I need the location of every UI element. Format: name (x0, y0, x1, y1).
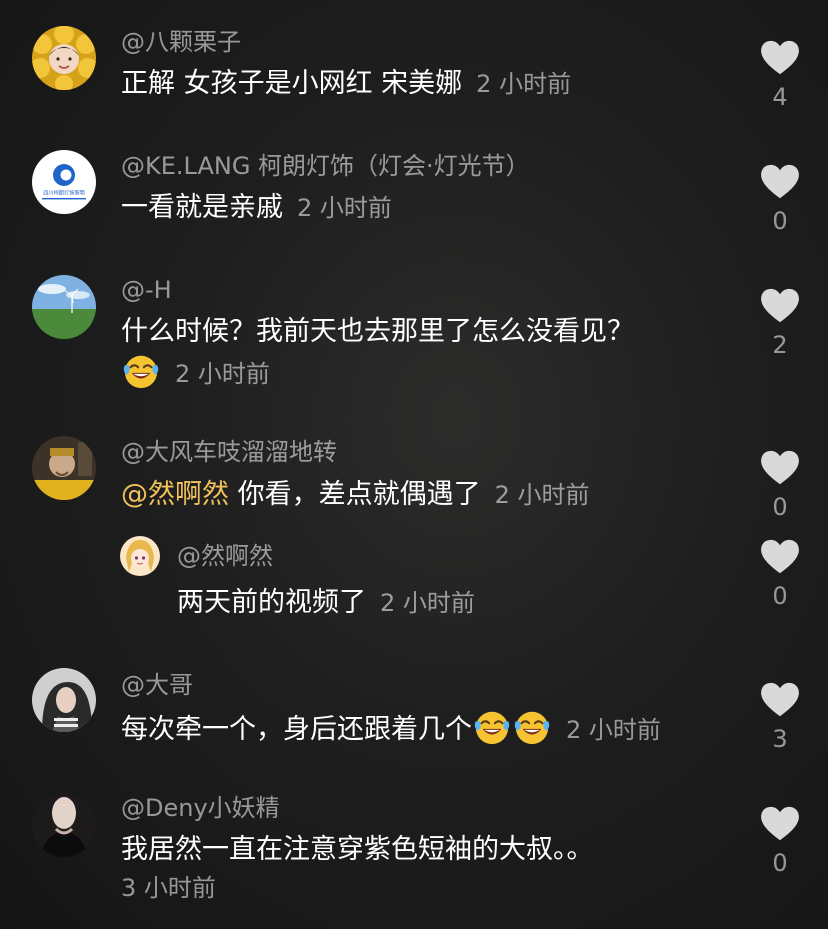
comment-meta: 2 小时前 (121, 352, 270, 392)
avatar[interactable] (32, 275, 96, 339)
tears-of-joy-emoji (473, 708, 511, 746)
avatar[interactable] (32, 668, 96, 732)
like-button[interactable]: 0 (758, 539, 802, 611)
like-count: 0 (772, 493, 788, 521)
like-count: 4 (772, 83, 788, 111)
comment-body: 什么时候？我前天也去那里了怎么没看见？ (121, 316, 634, 347)
heart-icon (760, 450, 800, 486)
avatar[interactable]: 四川柯朗灯饰照明 (32, 150, 96, 214)
heart-icon (760, 806, 800, 842)
comment-username[interactable]: @大哥 (121, 670, 193, 700)
comment-time: 3 小时前 (121, 874, 216, 902)
comment-text: @然啊然 你看，差点就偶遇了 2 小时前 (121, 477, 590, 513)
comment-body: 每次牵一个，身后还跟着几个 (121, 714, 472, 745)
avatar[interactable] (32, 26, 96, 90)
comment-body: 你看，差点就偶遇了 (237, 479, 481, 510)
avatar[interactable] (32, 436, 96, 500)
comment-text: 正解 女孩子是小网红 宋美娜 2 小时前 (121, 66, 571, 102)
like-count: 0 (772, 207, 788, 235)
heart-icon (760, 40, 800, 76)
like-button[interactable]: 0 (758, 450, 802, 522)
comment-time: 2 小时前 (476, 70, 572, 98)
avatar-logo-text: 四川柯朗灯饰照明 (43, 189, 85, 197)
comment-meta: 3 小时前 (121, 870, 216, 906)
comment-time: 2 小时前 (566, 716, 661, 744)
heart-icon (760, 682, 800, 718)
comment-body: 正解 女孩子是小网红 宋美娜 (121, 68, 463, 99)
tears-of-joy-emoji (122, 352, 160, 390)
heart-icon (760, 288, 800, 324)
avatar[interactable] (32, 793, 96, 857)
reply-username[interactable]: @然啊然 (177, 541, 273, 571)
mention-link[interactable]: @然啊然 (121, 479, 229, 510)
like-button[interactable]: 4 (758, 40, 802, 112)
reply-time: 2 小时前 (380, 589, 475, 617)
comment-username[interactable]: @-H (121, 275, 172, 305)
comment-username[interactable]: @Deny小妖精 (121, 793, 280, 823)
like-button[interactable]: 0 (758, 806, 802, 878)
comment-text: 一看就是亲戚 2 小时前 (121, 190, 392, 226)
comment-username[interactable]: @八颗栗子 (121, 27, 241, 57)
comment-time: 2 小时前 (297, 194, 392, 222)
comment-body: 我居然一直在注意穿紫色短袖的大叔。。 (121, 834, 594, 865)
comment-body: 一看就是亲戚 (121, 192, 283, 223)
like-button[interactable]: 3 (758, 682, 802, 754)
tears-of-joy-emoji (513, 708, 551, 746)
comment-username[interactable]: @大风车吱溜溜地转 (121, 437, 337, 467)
heart-icon (760, 164, 800, 200)
like-count: 3 (772, 725, 788, 753)
comment-time: 2 小时前 (494, 481, 590, 509)
comment-time: 2 小时前 (175, 360, 270, 388)
avatar[interactable] (120, 536, 160, 576)
comment-text: 每次牵一个，身后还跟着几个 2 小时前 (121, 708, 661, 748)
reply-text: 两天前的视频了 2 小时前 (177, 585, 475, 621)
comment-username[interactable]: @KE.LANG 柯朗灯饰（灯会·灯光节） (121, 151, 530, 181)
heart-icon (760, 539, 800, 575)
like-count: 0 (772, 849, 788, 877)
like-button[interactable]: 0 (758, 164, 802, 236)
comment-text: 什么时候？我前天也去那里了怎么没看见？ (121, 314, 634, 350)
like-count: 0 (772, 582, 788, 610)
comment-text: 我居然一直在注意穿紫色短袖的大叔。。 (121, 832, 594, 868)
like-count: 2 (772, 331, 788, 359)
reply-body: 两天前的视频了 (177, 587, 366, 618)
like-button[interactable]: 2 (758, 288, 802, 360)
